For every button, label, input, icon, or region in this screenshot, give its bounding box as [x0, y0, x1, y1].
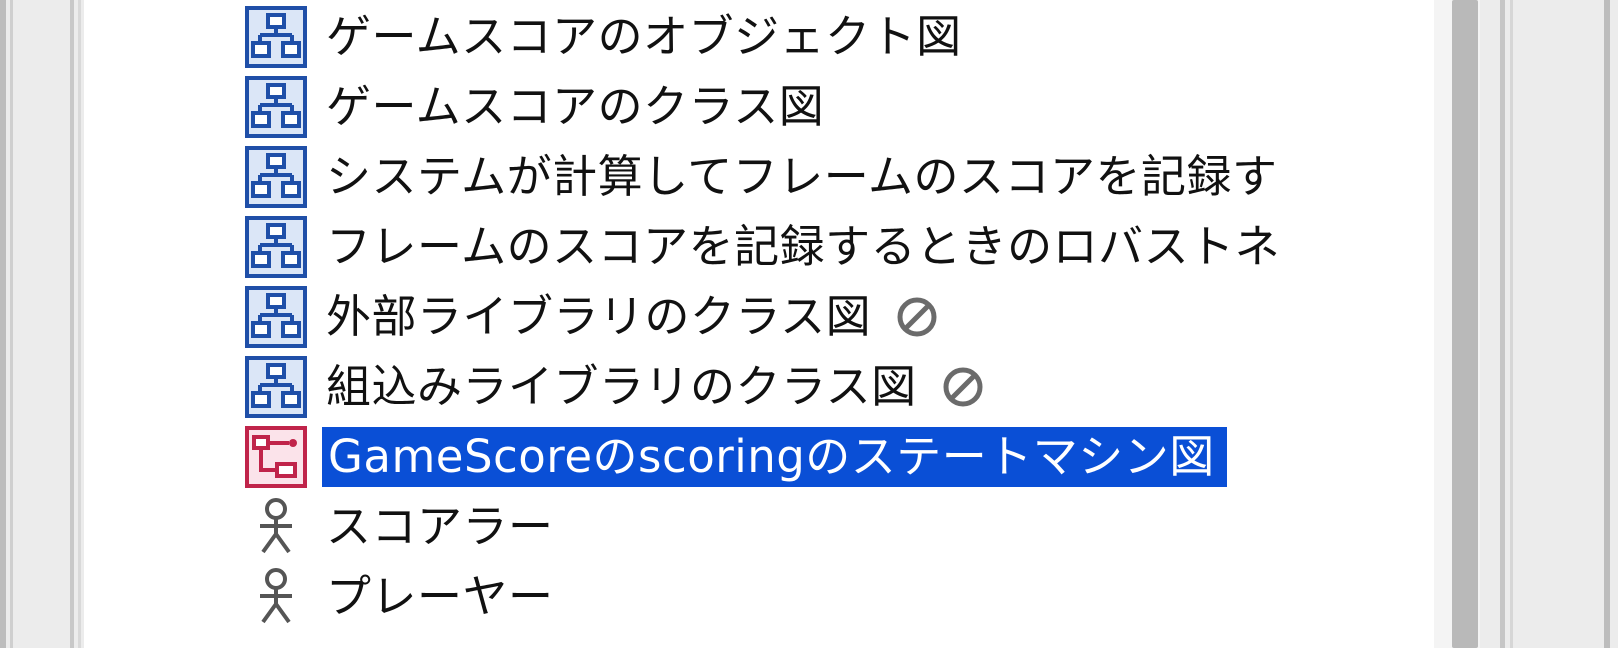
window-frame-right	[1480, 0, 1618, 648]
tree-item[interactable]: 組込みライブラリのクラス図	[244, 354, 985, 420]
window-frame-left	[0, 0, 84, 648]
prohibited-icon	[897, 297, 937, 337]
model-tree-panel[interactable]: ゲームスコアのオブジェクト図 ゲームスコアのクラス図 システムが計算してフレーム…	[84, 0, 1434, 648]
tree-item-label: ゲームスコアのオブジェクト図	[326, 10, 962, 63]
tree-item-selected[interactable]: GameScoreのscoringのステートマシン図	[244, 424, 1227, 490]
actor-icon	[244, 565, 308, 629]
class-diagram-icon	[244, 75, 308, 139]
tree-item-label: プレーヤー	[326, 570, 554, 623]
prohibited-icon	[943, 367, 983, 407]
tree-item-label: ゲームスコアのクラス図	[326, 80, 825, 133]
tree-item-label: システムが計算してフレームのスコアを記録す	[326, 150, 1278, 203]
class-diagram-icon	[244, 355, 308, 419]
class-diagram-icon	[244, 145, 308, 209]
state-machine-diagram-icon	[244, 425, 308, 489]
tree-item[interactable]: ゲームスコアのクラス図	[244, 74, 830, 140]
actor-icon	[244, 495, 308, 559]
class-diagram-icon	[244, 285, 308, 349]
tree-item-label: 外部ライブラリのクラス図	[326, 290, 872, 343]
tree-item-label: スコアラー	[326, 500, 554, 553]
class-diagram-icon	[244, 5, 308, 69]
tree-item[interactable]: プレーヤー	[244, 564, 560, 630]
tree-item-label: フレームのスコアを記録するときのロバストネ	[326, 220, 1281, 273]
tree-item-label: 組込みライブラリのクラス図	[326, 360, 917, 413]
tree-item-label: GameScoreのscoringのステートマシン図	[322, 427, 1227, 487]
tree-item[interactable]: システムが計算してフレームのスコアを記録す	[244, 144, 1283, 210]
scrollbar-thumb[interactable]	[1452, 0, 1478, 648]
tree-item[interactable]: スコアラー	[244, 494, 560, 560]
tree-item[interactable]: フレームのスコアを記録するときのロバストネ	[244, 214, 1286, 280]
tree-item[interactable]: ゲームスコアのオブジェクト図	[244, 4, 968, 70]
tree-item[interactable]: 外部ライブラリのクラス図	[244, 284, 939, 350]
class-diagram-icon	[244, 215, 308, 279]
